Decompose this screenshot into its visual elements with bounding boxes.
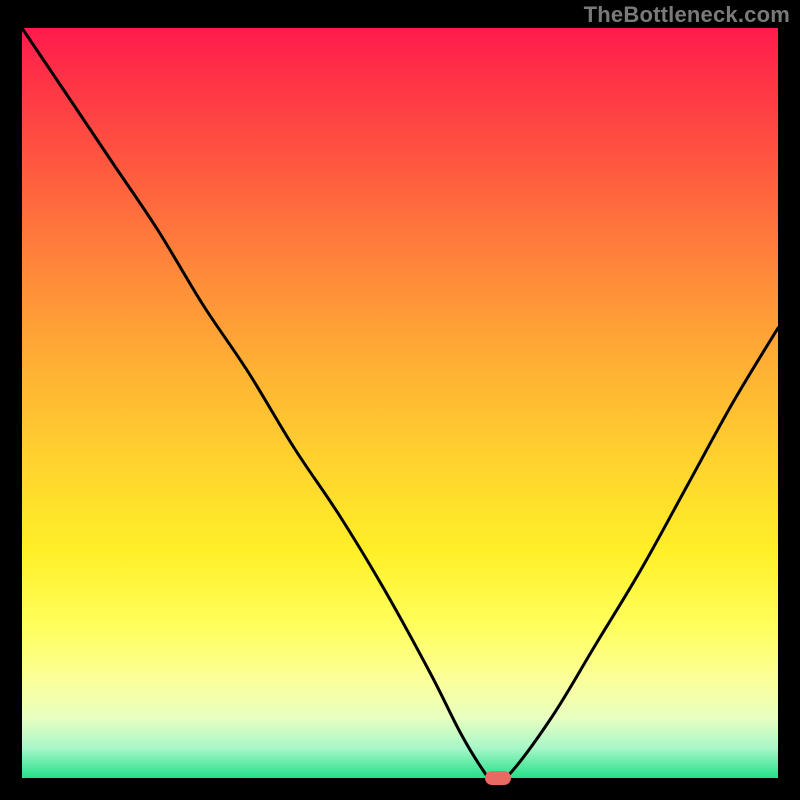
plot-area <box>22 28 778 778</box>
watermark-text: TheBottleneck.com <box>584 2 790 28</box>
chart-frame: TheBottleneck.com <box>0 0 800 800</box>
bottleneck-curve <box>22 28 778 778</box>
optimal-point-marker <box>485 771 511 785</box>
